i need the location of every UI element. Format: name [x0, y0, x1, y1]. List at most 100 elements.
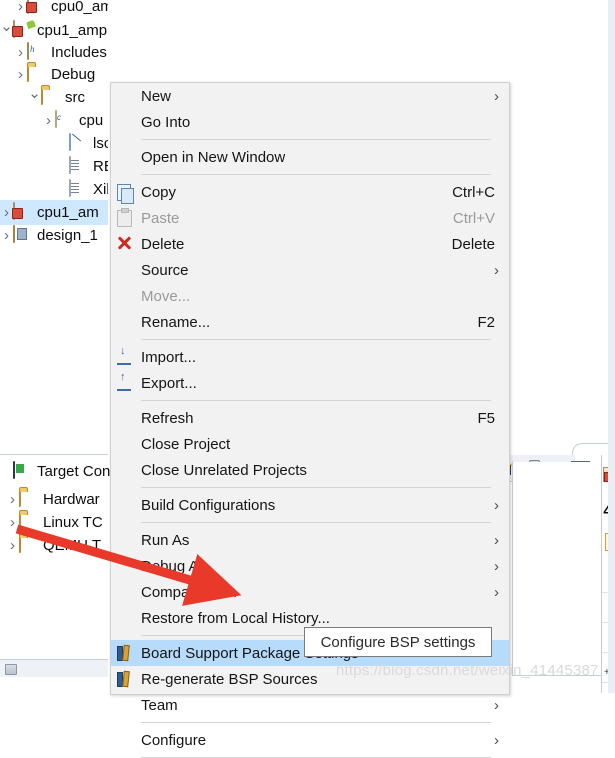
project-explorer-tree[interactable]: cpu0_amp_bsp cpu1_amp Includes Debug src cpu l…: [0, 0, 108, 454]
menu-item-label: Compare With: [141, 583, 237, 601]
tree-item-label: design_1: [37, 227, 98, 244]
submenu-chevron-icon: ›: [494, 697, 499, 714]
tree-item-label: src: [65, 89, 85, 106]
tree-item[interactable]: lscr: [0, 131, 108, 156]
target-connection-icon: [13, 460, 33, 482]
twisty-closed-icon[interactable]: [6, 487, 19, 512]
context-menu[interactable]: New › Go Into Open in New Window Copy Ctrl+C P…: [110, 82, 510, 758]
tree-item[interactable]: Xili: [0, 177, 108, 202]
menu-item[interactable]: Run As ›: [111, 527, 509, 553]
menu-item-label: Configure: [141, 731, 207, 749]
menu-item-icon-slot: [111, 257, 141, 283]
menu-item[interactable]: Configure ›: [111, 727, 509, 753]
menu-item[interactable]: Close Project: [111, 431, 509, 457]
menu-item-icon-slot: [111, 405, 141, 431]
tree-item-label: Includes: [51, 44, 107, 61]
menu-item-icon-slot: [111, 457, 141, 483]
menu-item[interactable]: Export...: [111, 370, 509, 396]
tree-item-label: lscr: [93, 135, 108, 152]
window-outer-edge: [608, 0, 615, 693]
menu-item-label: Delete: [141, 235, 185, 253]
tree-item[interactable]: REA: [0, 154, 108, 179]
right-view-body: [512, 462, 602, 676]
menu-item-label: Close Unrelated Projects: [141, 461, 307, 479]
menu-item[interactable]: Open in New Window: [111, 144, 509, 170]
menu-item-label: Team: [141, 696, 178, 714]
menu-item[interactable]: Close Unrelated Projects: [111, 457, 509, 483]
menu-item-label: Close Project: [141, 435, 231, 453]
menu-item-accelerator: F5: [477, 409, 495, 427]
menu-item[interactable]: Debug As ›: [111, 553, 509, 579]
twisty-open-icon[interactable]: [28, 85, 41, 110]
tree-item-label: Xili: [93, 181, 108, 198]
menu-item[interactable]: Team ›: [111, 692, 509, 718]
menu-item[interactable]: Copy Ctrl+C: [111, 179, 509, 205]
menu-item-icon-slot: [111, 83, 141, 109]
project-icon: [13, 19, 33, 41]
copy-icon: [111, 179, 141, 205]
folder-icon: [19, 511, 39, 533]
menu-item[interactable]: Build Configurations ›: [111, 492, 509, 518]
menu-item-icon-slot: [111, 727, 141, 753]
menu-item-label: Go Into: [141, 113, 191, 131]
target-tree-item-label: Hardwar: [43, 491, 100, 508]
tree-item[interactable]: design_1: [0, 223, 108, 248]
menu-item[interactable]: Import...: [111, 344, 509, 370]
target-tree-item-label: Linux TC: [43, 514, 103, 531]
tree-item[interactable]: cpu0_amp_bsp: [0, 0, 108, 19]
menu-item-label: Open in New Window: [141, 148, 286, 166]
menu-item-icon-slot: [111, 527, 141, 553]
paste-icon: [111, 205, 141, 231]
menu-item-label: Copy: [141, 183, 177, 201]
menu-item-label: Import...: [141, 348, 197, 366]
tree-item-label: Debug: [51, 66, 96, 83]
menu-item[interactable]: Refresh F5: [111, 405, 509, 431]
menu-item-label: Run As: [141, 531, 190, 549]
twisty-closed-icon[interactable]: [42, 108, 55, 133]
menu-separator: [141, 522, 491, 523]
menu-item[interactable]: Delete Delete: [111, 231, 509, 257]
menu-item-icon-slot: [111, 692, 141, 718]
linker-script-icon: [69, 132, 89, 154]
menu-item-accelerator: F2: [477, 313, 495, 331]
tree-item[interactable]: src: [0, 85, 108, 110]
folder-icon: [19, 488, 39, 510]
twisty-closed-icon[interactable]: [0, 223, 13, 248]
menu-separator: [141, 139, 491, 140]
menu-item-icon-slot: [111, 144, 141, 170]
text-file-icon: [69, 178, 89, 200]
twisty-closed-icon[interactable]: [14, 62, 27, 87]
target-connections-panel[interactable]: Target Con Hardwar Linux TC QEMU T: [0, 454, 110, 677]
menu-item-label: Move...: [141, 287, 191, 305]
menu-item[interactable]: Compare With ›: [111, 579, 509, 605]
tree-item[interactable]: cpu1_am: [0, 200, 108, 225]
hardware-icon: [13, 224, 33, 246]
menu-item-accelerator: Ctrl+V: [452, 209, 495, 227]
tree-item-label: cpu1_am: [37, 204, 99, 221]
menu-item-accelerator: Delete: [451, 235, 495, 253]
menu-item-label: Debug As: [141, 557, 207, 575]
submenu-chevron-icon: ›: [494, 732, 499, 749]
menu-item-label: Restore from Local History...: [141, 609, 330, 627]
export-icon: [111, 370, 141, 396]
menu-item[interactable]: Go Into: [111, 109, 509, 135]
menu-separator: [141, 722, 491, 723]
menu-separator: [141, 400, 491, 401]
menu-item[interactable]: Rename... F2: [111, 309, 509, 335]
bsp-icon: [111, 666, 141, 692]
menu-separator: [141, 174, 491, 175]
tree-item[interactable]: Debug: [0, 62, 108, 87]
twisty-closed-icon[interactable]: [6, 533, 19, 558]
menu-item-label: Source: [141, 261, 189, 279]
menu-item[interactable]: New ›: [111, 83, 509, 109]
submenu-chevron-icon: ›: [494, 584, 499, 601]
bsp-icon: [111, 640, 141, 666]
submenu-chevron-icon: ›: [494, 497, 499, 514]
twisty-blank-icon: [56, 177, 69, 202]
menu-item-icon-slot: [111, 492, 141, 518]
twisty-closed-icon[interactable]: [6, 510, 19, 535]
target-tree-item-label: QEMU T: [43, 537, 102, 554]
menu-item[interactable]: Source ›: [111, 257, 509, 283]
tree-item[interactable]: cpu: [0, 108, 108, 133]
menu-item-label: Rename...: [141, 313, 211, 331]
